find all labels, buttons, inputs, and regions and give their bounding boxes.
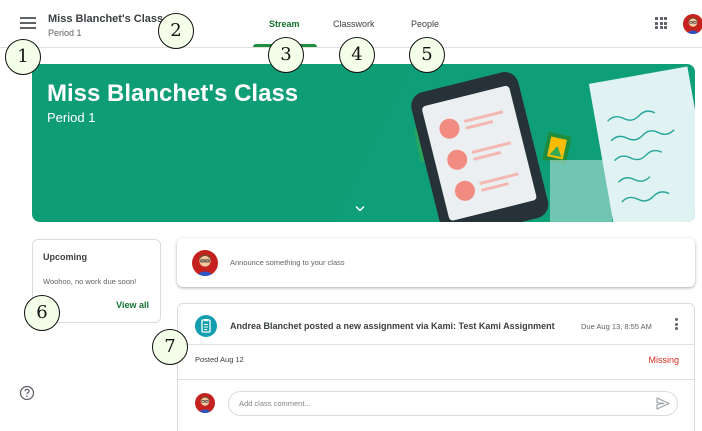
class-title[interactable]: Miss Blanchet's Class	[48, 13, 163, 25]
callout-2: 2	[158, 13, 194, 49]
view-all-link[interactable]: View all	[116, 300, 149, 310]
upcoming-title: Upcoming	[43, 252, 87, 262]
chevron-down-icon[interactable]	[354, 200, 366, 218]
commenter-avatar	[195, 393, 215, 413]
callout-4: 4	[339, 37, 375, 73]
assignment-post: Andrea Blanchet posted a new assignment …	[177, 303, 695, 431]
class-subtitle: Period 1	[48, 28, 82, 38]
help-icon[interactable]	[19, 385, 35, 401]
more-options-icon[interactable]	[672, 318, 680, 332]
tab-classwork[interactable]: Classwork	[333, 19, 375, 29]
banner-class-subtitle: Period 1	[47, 110, 96, 125]
post-divider	[178, 344, 694, 345]
send-icon[interactable]	[656, 397, 670, 415]
main-menu-icon[interactable]	[20, 17, 36, 31]
post-due-date: Due Aug 13, 8:55 AM	[581, 322, 652, 331]
banner-class-title: Miss Blanchet's Class	[47, 80, 299, 107]
callout-7: 7	[152, 329, 188, 365]
class-comment-input[interactable]: Add class comment...	[228, 391, 678, 416]
post-title[interactable]: Andrea Blanchet posted a new assignment …	[230, 321, 555, 331]
post-divider	[178, 379, 694, 380]
announce-box[interactable]: Announce something to your class	[177, 238, 695, 287]
tab-stream[interactable]: Stream	[269, 19, 300, 29]
teacher-avatar	[192, 250, 218, 276]
callout-1: 1	[5, 39, 41, 75]
google-apps-icon[interactable]	[655, 17, 667, 29]
assignment-icon	[195, 315, 217, 337]
account-avatar[interactable]	[683, 14, 702, 34]
callout-6: 6	[24, 295, 60, 331]
callout-5: 5	[409, 37, 445, 73]
status-badge: Missing	[648, 355, 679, 365]
callout-3: 3	[268, 37, 304, 73]
announce-placeholder: Announce something to your class	[230, 258, 345, 267]
upcoming-message: Woohoo, no work due soon!	[43, 277, 137, 286]
post-posted-date: Posted Aug 12	[195, 355, 244, 364]
class-banner: Miss Blanchet's Class Period 1	[32, 64, 695, 222]
tab-people[interactable]: People	[411, 19, 439, 29]
